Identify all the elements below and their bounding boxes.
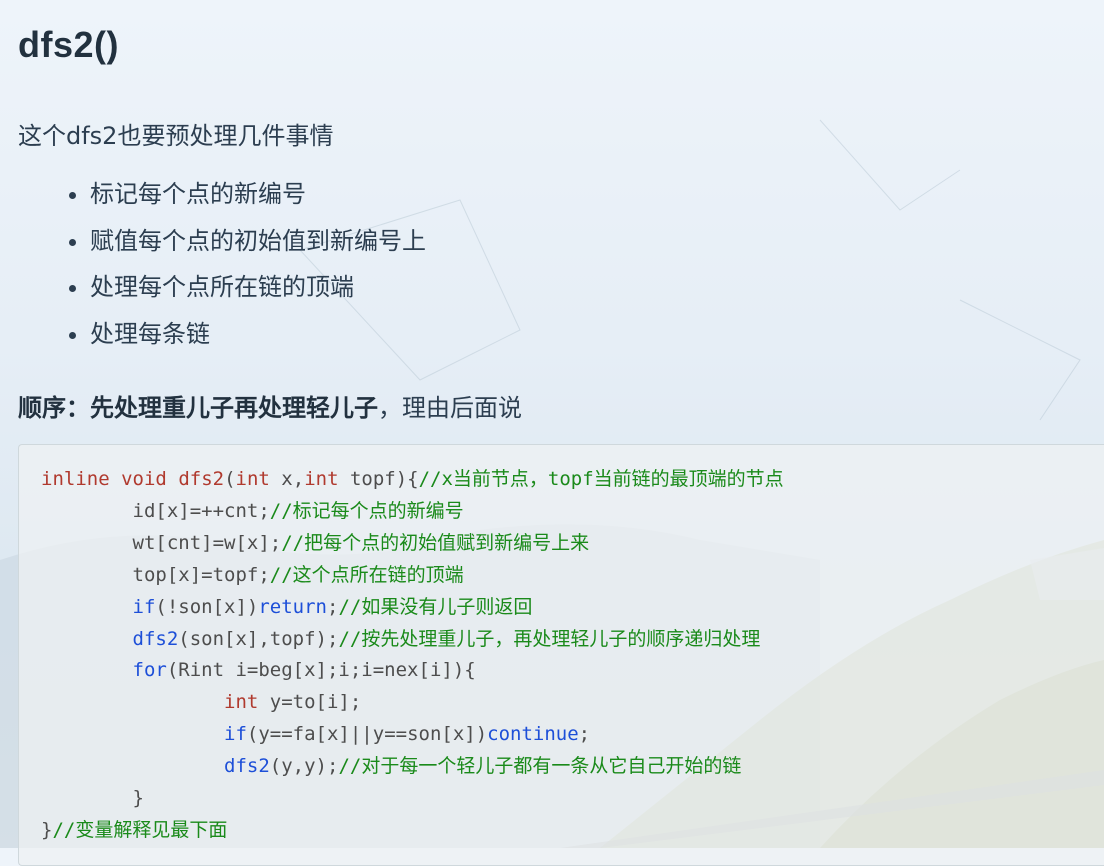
code-line: dfs2(son[x],topf);//按先处理重儿子，再处理轻儿子的顺序递归处… <box>132 627 761 650</box>
list-item: 赋值每个点的初始值到新编号上 <box>90 223 426 270</box>
code-line: dfs2(y,y);//对于每一个轻儿子都有一条从它自己开始的链 <box>224 755 742 778</box>
code-line: if(y==fa[x]||y==son[x])continue; <box>224 723 591 746</box>
code-line: }//变量解释见最下面 <box>41 818 228 841</box>
code-line: for(Rint i=beg[x];i;i=nex[i]){ <box>132 659 476 682</box>
code-line: wt[cnt]=w[x];//把每个点的初始值赋到新编号上来 <box>41 531 590 554</box>
intro-paragraph: 这个dfs2也要预处理几件事情 <box>18 122 334 150</box>
page-title: dfs2() <box>18 24 119 65</box>
order-label: 顺序： <box>18 394 90 422</box>
list-item: 处理每个点所在链的顶端 <box>90 269 426 316</box>
code-line: id[x]=++cnt;//标记每个点的新编号 <box>41 499 464 522</box>
task-list: 标记每个点的新编号 赋值每个点的初始值到新编号上 处理每个点所在链的顶端 处理每… <box>40 176 426 362</box>
order-emphasis: 先处理重儿子再处理轻儿子 <box>90 394 378 422</box>
list-item: 标记每个点的新编号 <box>90 176 426 223</box>
order-rest: ，理由后面说 <box>378 394 522 422</box>
code-line: inline void dfs2(int x,int topf){//x当前节点… <box>41 468 784 490</box>
code-line: int y=to[i]; <box>224 691 362 714</box>
code-line: top[x]=topf;//这个点所在链的顶端 <box>41 563 464 586</box>
code-line: if(!son[x])return;//如果没有儿子则返回 <box>132 595 533 618</box>
code-text: inline void dfs2(int x,int topf){//x当前节点… <box>41 464 784 847</box>
list-item: 处理每条链 <box>90 316 426 363</box>
code-line: } <box>41 787 144 810</box>
order-paragraph: 顺序：先处理重儿子再处理轻儿子，理由后面说 <box>18 388 522 423</box>
